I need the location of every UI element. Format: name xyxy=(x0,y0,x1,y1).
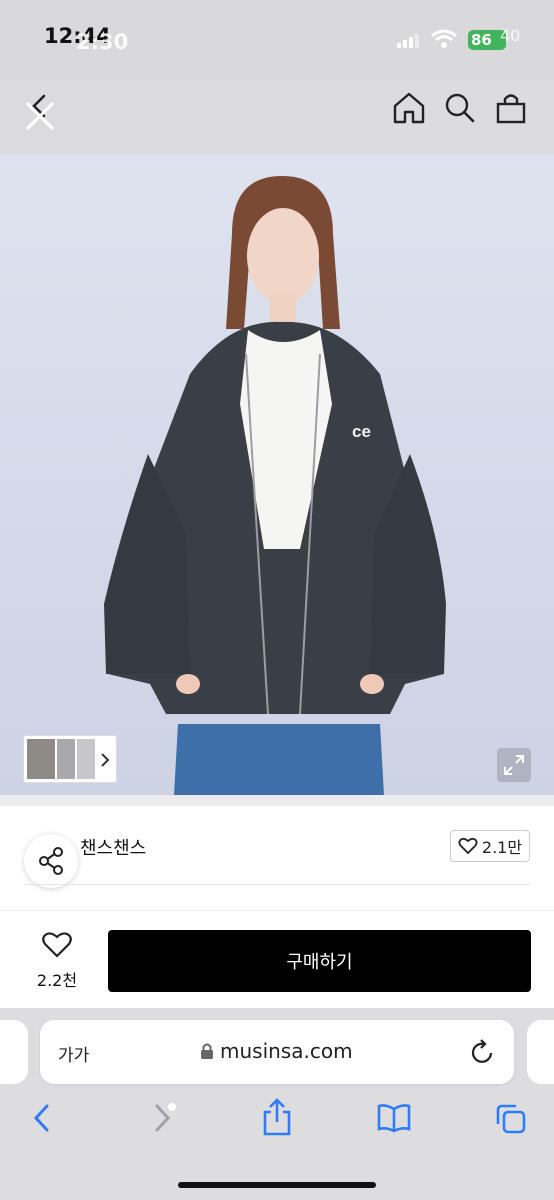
divider-line xyxy=(24,884,530,885)
share-sheet-icon[interactable] xyxy=(262,1098,292,1138)
thumbnail-1[interactable] xyxy=(27,739,55,779)
close-icon[interactable] xyxy=(22,96,58,132)
hoodie-logo-print: ce xyxy=(352,422,371,441)
battery-overlay: 40 xyxy=(500,26,521,45)
favorite-button[interactable]: 2.2천 xyxy=(26,931,88,991)
section-divider xyxy=(0,795,554,806)
status-time-overlay: 2:30 xyxy=(76,30,129,54)
product-image[interactable]: ce xyxy=(0,154,554,795)
app-header xyxy=(0,80,554,154)
text-size-button[interactable]: 가가 xyxy=(58,1041,89,1066)
brand-like-count: 2.1만 xyxy=(481,838,523,857)
expand-icon xyxy=(504,755,524,775)
share-button[interactable] xyxy=(24,834,78,888)
lock-icon xyxy=(201,1043,213,1059)
url-display[interactable]: musinsa.com xyxy=(200,1039,353,1063)
bookmarks-icon[interactable] xyxy=(376,1102,412,1134)
status-bar: 12:44 2:30 86 40 xyxy=(0,0,554,80)
search-icon[interactable] xyxy=(442,90,478,126)
wifi-icon xyxy=(431,29,457,48)
thumbnail-strip[interactable] xyxy=(23,735,117,783)
heart-icon xyxy=(458,837,478,855)
signal-icon xyxy=(397,34,419,48)
brand-like-button[interactable]: 2.1만 xyxy=(450,830,530,862)
purchase-bar: 2.2천 구매하기 xyxy=(0,910,554,1008)
heart-icon xyxy=(42,932,72,958)
share-icon xyxy=(39,847,63,875)
thumbnail-3[interactable] xyxy=(77,739,95,779)
favorite-count: 2.2천 xyxy=(36,971,78,990)
brand-row: 챈스챈스 2.1만 xyxy=(0,806,554,910)
cart-icon[interactable] xyxy=(493,90,529,126)
browser-toolbar: 가가 musinsa.com xyxy=(0,1008,554,1200)
thumbnail-2[interactable] xyxy=(57,739,75,779)
expand-button[interactable] xyxy=(497,748,531,782)
browser-back-icon[interactable] xyxy=(30,1102,54,1134)
model-photo xyxy=(104,176,446,795)
browser-forward-icon[interactable] xyxy=(150,1102,174,1134)
buy-button[interactable]: 구매하기 xyxy=(108,930,531,992)
home-indicator xyxy=(178,1182,376,1188)
reload-icon[interactable] xyxy=(470,1038,496,1066)
address-bar[interactable]: 가가 musinsa.com xyxy=(40,1020,514,1084)
home-icon[interactable] xyxy=(391,90,427,126)
previous-tab-preview[interactable] xyxy=(0,1020,28,1084)
chevron-right-icon xyxy=(101,753,110,767)
brand-name[interactable]: 챈스챈스 xyxy=(80,834,146,860)
tabs-icon[interactable] xyxy=(494,1102,528,1136)
url-text: musinsa.com xyxy=(220,1039,353,1063)
next-tab-preview[interactable] xyxy=(527,1020,554,1084)
